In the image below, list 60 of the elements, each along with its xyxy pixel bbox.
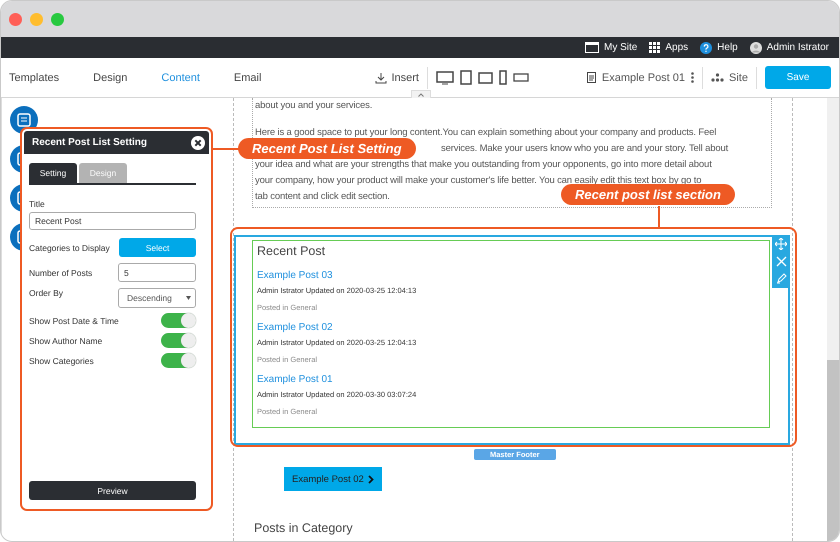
help-icon bbox=[700, 42, 712, 54]
page-name[interactable]: Example Post 01 bbox=[602, 72, 686, 84]
field-label: Categories to Display bbox=[29, 242, 110, 252]
close-icon[interactable] bbox=[191, 136, 205, 150]
section-heading: Recent Post bbox=[257, 244, 326, 258]
caret-icon bbox=[418, 92, 424, 96]
topbar-link[interactable]: Admin Istrator bbox=[766, 42, 829, 53]
toggle-switch[interactable] bbox=[161, 333, 196, 348]
pencil-icon[interactable] bbox=[776, 273, 786, 284]
preview-button[interactable]: Preview bbox=[29, 481, 196, 500]
field-label: Show Post Date & Time bbox=[29, 316, 119, 326]
scrollbar[interactable] bbox=[827, 98, 839, 541]
nav-tab[interactable]: Design bbox=[93, 68, 128, 88]
section-heading: Posts in Category bbox=[254, 521, 354, 535]
panel-title: Recent Post List Setting bbox=[32, 137, 148, 148]
sitemap-icon bbox=[711, 73, 724, 82]
phone-icon[interactable] bbox=[498, 70, 507, 85]
collapse-button[interactable] bbox=[411, 90, 431, 98]
download-icon bbox=[375, 72, 388, 84]
window-control[interactable] bbox=[9, 12, 22, 26]
caret-icon bbox=[186, 296, 191, 300]
site-button[interactable]: Site bbox=[702, 66, 757, 88]
browser-window-icon bbox=[585, 42, 600, 53]
topbar-link[interactable]: Apps bbox=[665, 42, 688, 53]
nav-tab[interactable]: Email bbox=[234, 68, 262, 88]
more-icon[interactable] bbox=[691, 72, 694, 83]
desktop-icon[interactable] bbox=[436, 70, 454, 84]
title-field[interactable]: Recent Post bbox=[29, 212, 196, 230]
toggle-switch[interactable] bbox=[161, 313, 196, 328]
next-post-button[interactable]: Example Post 02 bbox=[284, 467, 382, 491]
topbar-link[interactable]: My Site bbox=[604, 42, 638, 53]
leader-line bbox=[658, 206, 660, 228]
nav-tab[interactable]: Templates bbox=[9, 68, 60, 88]
field-label: Title bbox=[29, 199, 46, 209]
number-field[interactable]: 5 bbox=[118, 263, 196, 282]
window-control[interactable] bbox=[51, 12, 64, 26]
insert-button[interactable]: Insert bbox=[375, 66, 428, 88]
chevron-icon bbox=[368, 474, 374, 484]
field-label: Show Categories bbox=[29, 356, 94, 366]
field-label: Show Author Name bbox=[29, 336, 102, 346]
panel-tab[interactable]: Setting bbox=[29, 163, 77, 183]
field-label: Number of Posts bbox=[29, 268, 92, 278]
tablet-landscape-icon[interactable] bbox=[478, 72, 493, 84]
topbar-link[interactable]: Help bbox=[717, 42, 738, 53]
document-icon bbox=[586, 72, 596, 83]
field-label: Order By bbox=[29, 288, 64, 298]
toggle-switch[interactable] bbox=[161, 353, 196, 368]
move-icon[interactable] bbox=[775, 238, 787, 250]
paragraph-line: your idea and what are your strengths that make you outstanding from your opponents, go into more detail about bbox=[255, 158, 712, 172]
grid-icon bbox=[649, 42, 660, 53]
avatar-icon bbox=[750, 42, 762, 54]
paragraph-line: services. Make your users know who you are and your story. Tell about bbox=[441, 142, 728, 156]
callout-label: Recent Post List Setting bbox=[238, 138, 416, 159]
paragraph-line: tab content and click edit section. bbox=[255, 190, 390, 204]
callout-label: Recent post list section bbox=[561, 184, 735, 205]
order-dropdown[interactable]: Descending bbox=[118, 288, 196, 308]
tablet-icon[interactable] bbox=[460, 70, 472, 85]
body-text: about you and your services. bbox=[255, 99, 372, 113]
paragraph-line: Here is a good space to put your long content.You can explain something about your company and products. Feel bbox=[255, 126, 716, 140]
phone-landscape-icon[interactable] bbox=[512, 73, 529, 82]
